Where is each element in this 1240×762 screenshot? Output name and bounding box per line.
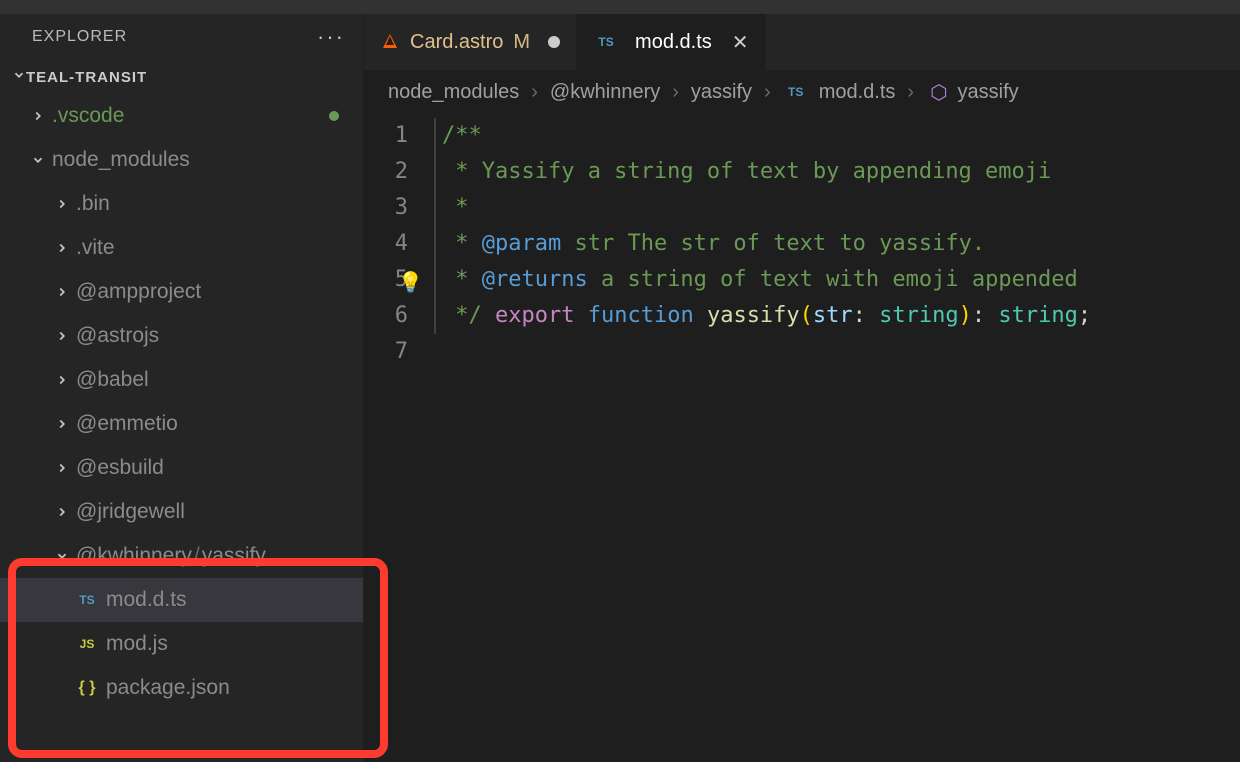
explorer-sidebar: EXPLORER ··· TEAL-TRANSIT .vscode node_mo… (0, 14, 364, 762)
chevron-right-icon (54, 240, 70, 256)
code-line[interactable]: * (442, 190, 1091, 226)
chevron-down-icon (30, 152, 46, 168)
tree-item-label: @esbuild (76, 456, 164, 480)
chevron-right-icon (30, 108, 46, 124)
chevron-right-icon: › (664, 81, 687, 104)
tree-item-label: @babel (76, 368, 149, 392)
javascript-icon: JS (74, 633, 100, 655)
breadcrumb-symbol[interactable]: yassify (958, 81, 1019, 104)
explorer-header: EXPLORER ··· (0, 14, 363, 60)
astro-icon (380, 32, 400, 52)
code-line[interactable]: */ export function yassify(str: string):… (442, 298, 1091, 334)
line-number: 7 (364, 334, 408, 370)
tree-item-label: .vscode (52, 104, 124, 128)
chevron-right-icon (54, 284, 70, 300)
explorer-section-header[interactable]: TEAL-TRANSIT (0, 60, 363, 94)
tab-modified-suffix: M (513, 31, 530, 54)
tree-item-label: package.json (106, 676, 230, 700)
tree-item-label: @emmetio (76, 412, 178, 436)
line-gutter: 1234567 (364, 118, 436, 370)
chevron-right-icon (54, 328, 70, 344)
chevron-down-icon (54, 548, 70, 564)
explorer-title: EXPLORER (32, 28, 127, 46)
code-line[interactable]: * Yassify a string of text by appending … (442, 154, 1091, 190)
tree-folder[interactable]: @esbuild (0, 446, 363, 490)
tree-file[interactable]: { } package.json (0, 666, 363, 710)
tree-item-label: @astrojs (76, 324, 159, 348)
breadcrumb[interactable]: node_modules›@kwhinnery›yassify›TSmod.d.… (364, 70, 1240, 114)
tree-folder[interactable]: node_modules (0, 138, 363, 182)
code-line[interactable]: /** (442, 118, 1091, 154)
tree-item-label: yassify (202, 544, 266, 568)
breadcrumb-file[interactable]: mod.d.ts (819, 81, 896, 104)
chevron-right-icon (54, 460, 70, 476)
tree-item-label: .bin (76, 192, 110, 216)
tree-item-label: node_modules (52, 148, 190, 172)
tab-filename: Card.astro (410, 31, 503, 54)
editor-tabs: Card.astro M TS mod.d.ts ✕ (364, 14, 1240, 70)
tree-folder[interactable]: @astrojs (0, 314, 363, 358)
symbol-method-icon: ⬡ (930, 80, 947, 105)
code-line[interactable]: * @param str The str of text to yassify. (442, 226, 1091, 262)
section-title: TEAL-TRANSIT (26, 69, 147, 86)
tree-item-label: @kwhinnery (76, 544, 192, 568)
file-tree: .vscode node_modules .bin .vite @ampproject @… (0, 94, 363, 762)
tree-folder[interactable]: .bin (0, 182, 363, 226)
chevron-right-icon: › (756, 81, 779, 104)
tree-folder[interactable]: @kwhinnery / yassify (0, 534, 363, 578)
code-editor[interactable]: 1234567 💡 /** * Yassify a string of text… (364, 114, 1240, 370)
modified-dot-icon (329, 111, 339, 121)
chevron-right-icon (54, 504, 70, 520)
tree-file[interactable]: JS mod.js (0, 622, 363, 666)
tree-folder[interactable]: @jridgewell (0, 490, 363, 534)
editor-tab[interactable]: TS mod.d.ts ✕ (577, 14, 765, 70)
indent-guide (434, 118, 436, 334)
typescript-icon: TS (74, 589, 100, 611)
chevron-right-icon (54, 196, 70, 212)
typescript-icon: TS (783, 81, 809, 103)
code-body[interactable]: 💡 /** * Yassify a string of text by appe… (436, 118, 1091, 370)
chevron-right-icon (54, 416, 70, 432)
code-line[interactable]: * @returns a string of text with emoji a… (442, 262, 1091, 298)
line-number: 6 (364, 298, 408, 334)
path-separator: / (192, 544, 202, 568)
tree-folder[interactable]: @ampproject (0, 270, 363, 314)
tree-item-label: mod.d.ts (106, 588, 187, 612)
code-line[interactable] (442, 334, 1091, 370)
chevron-right-icon: › (899, 81, 922, 104)
tab-filename: mod.d.ts (635, 31, 712, 54)
lightbulb-icon[interactable]: 💡 (398, 264, 423, 300)
editor-tab[interactable]: Card.astro M (364, 14, 577, 70)
json-icon: { } (74, 677, 100, 699)
chevron-down-icon (12, 68, 26, 86)
breadcrumb-segment[interactable]: yassify (691, 81, 752, 104)
breadcrumb-segment[interactable]: node_modules (388, 81, 519, 104)
tree-folder[interactable]: @emmetio (0, 402, 363, 446)
tree-item-label: @jridgewell (76, 500, 185, 524)
titlebar (0, 0, 1240, 14)
line-number: 1 (364, 118, 408, 154)
dirty-dot-icon (548, 36, 560, 48)
tree-folder[interactable]: .vite (0, 226, 363, 270)
breadcrumb-segment[interactable]: @kwhinnery (550, 81, 660, 104)
tree-item-label: .vite (76, 236, 115, 260)
tree-item-label: @ampproject (76, 280, 201, 304)
chevron-right-icon (54, 372, 70, 388)
tree-item-label: mod.js (106, 632, 168, 656)
line-number: 4 (364, 226, 408, 262)
close-icon[interactable]: ✕ (732, 30, 749, 55)
tree-file[interactable]: TS mod.d.ts (0, 578, 363, 622)
editor-area: Card.astroMTSmod.d.ts✕ node_modules›@kwh… (364, 14, 1240, 762)
line-number: 3 (364, 190, 408, 226)
typescript-icon: TS (593, 31, 619, 53)
line-number: 2 (364, 154, 408, 190)
tree-folder[interactable]: @babel (0, 358, 363, 402)
chevron-right-icon: › (523, 81, 546, 104)
tree-folder[interactable]: .vscode (0, 94, 363, 138)
